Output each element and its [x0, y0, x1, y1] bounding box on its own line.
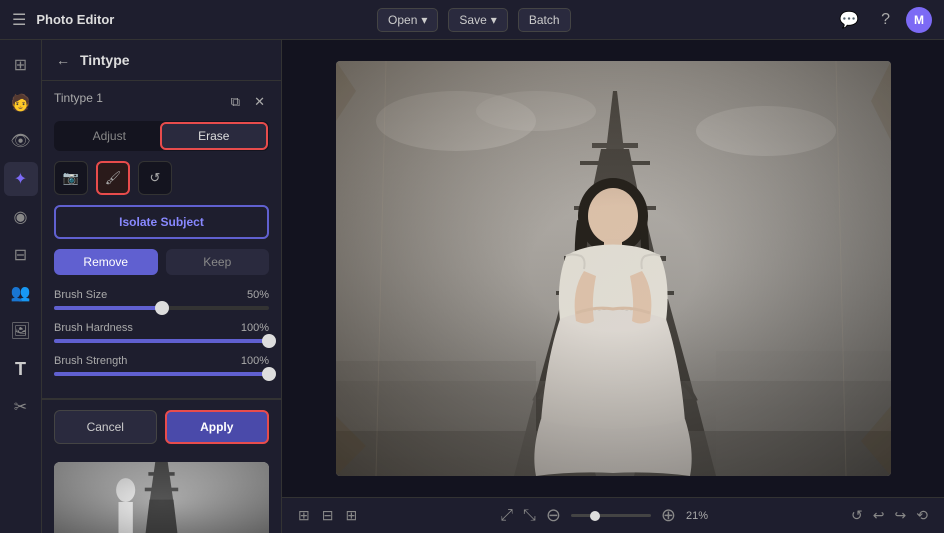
menu-icon[interactable]: ☰ [12, 10, 26, 30]
copy-icon: ⧉ [231, 94, 240, 109]
tool-icons-row: 📷 🖌 ↺ [54, 161, 269, 195]
sidebar-item-eye[interactable]: 👁 [4, 124, 38, 158]
sidebar-item-users[interactable]: 👥 [4, 276, 38, 310]
brush-strength-value: 100% [241, 355, 269, 367]
brush-strength-slider-row: Brush Strength 100% [54, 355, 269, 376]
topbar: ☰ Photo Editor Open ▾ Save ▾ Batch 💬 ? M [0, 0, 944, 40]
undo-icon[interactable]: ↩ [873, 507, 885, 524]
brush-size-thumb[interactable] [155, 301, 169, 315]
icon-sidebar: ⊞ 🧑 👁 ✦ ◉ ⊟ 👥 🖼 T ✂ [0, 40, 42, 533]
brush-size-fill [54, 306, 162, 310]
zoom-slider[interactable] [571, 514, 651, 517]
avatar[interactable]: M [906, 7, 932, 33]
tab-erase[interactable]: Erase [162, 124, 267, 148]
keep-button[interactable]: Keep [166, 249, 270, 275]
sidebar-item-brush[interactable]: ◉ [4, 200, 38, 234]
copy-icon-button[interactable]: ⧉ [227, 92, 244, 112]
brush-hardness-thumb[interactable] [262, 334, 276, 348]
brush-hardness-label: Brush Hardness [54, 322, 133, 334]
tab-adjust[interactable]: Adjust [57, 124, 162, 148]
batch-button[interactable]: Batch [518, 8, 571, 32]
chat-icon-button[interactable]: 💬 [833, 6, 865, 34]
instagram-filter-button[interactable]: 📷 [54, 161, 88, 195]
panel-body: Tintype 1 ⧉ ✕ Adjust [42, 81, 281, 533]
panel-header: ← Tintype [42, 40, 281, 81]
history-icon[interactable]: ⟲ [916, 507, 928, 524]
tintype-section: Tintype 1 ⧉ ✕ Adjust [42, 81, 281, 399]
thumbnail-section: Tintype 2 [42, 454, 281, 533]
redo-history-icon[interactable]: ↺ [851, 507, 863, 524]
brush-hardness-track[interactable] [54, 339, 269, 343]
reset-tool-button[interactable]: ↺ [138, 161, 172, 195]
zoom-out-icon[interactable]: ⊖ [546, 505, 561, 526]
action-row: Cancel Apply [42, 399, 281, 454]
sidebar-item-people[interactable]: 🧑 [4, 86, 38, 120]
brush-hardness-value: 100% [241, 322, 269, 334]
chevron-down-icon: ▾ [491, 13, 497, 27]
brush-size-track[interactable] [54, 306, 269, 310]
sidebar-item-text[interactable]: T [4, 352, 38, 386]
brush-size-label: Brush Size [54, 289, 107, 301]
tab-row: Adjust Erase [54, 121, 269, 151]
tintype-section-title: Tintype 1 [54, 91, 103, 105]
close-icon: ✕ [254, 94, 265, 109]
crop-icon[interactable]: ⤡ [523, 507, 536, 525]
brush-strength-fill [54, 372, 269, 376]
brush-strength-track[interactable] [54, 372, 269, 376]
zoom-label: 21% [686, 510, 708, 522]
remove-keep-row: Remove Keep [54, 249, 269, 275]
grid-icon[interactable]: ⊞ [345, 507, 357, 524]
sidebar-item-crop[interactable]: ✂ [4, 390, 38, 424]
bottom-right-icons: ↺ ↩ ↪ ⟲ [851, 507, 928, 524]
reset-icon: ↺ [150, 170, 161, 186]
thumbnail-tintype2[interactable]: Tintype 2 [54, 462, 269, 533]
redo-icon[interactable]: ↪ [895, 507, 907, 524]
fit-to-screen-icon[interactable]: ⤢ [500, 507, 513, 525]
save-button[interactable]: Save ▾ [448, 8, 507, 32]
open-button[interactable]: Open ▾ [377, 8, 438, 32]
canvas-area: ⊞ ⊟ ⊞ ⤢ ⤡ ⊖ ⊕ 21% ↺ ↩ ↪ ⟲ [282, 40, 944, 533]
isolate-subject-button[interactable]: Isolate Subject [54, 205, 269, 239]
thumbnail-image [54, 462, 269, 533]
bottom-bar: ⊞ ⊟ ⊞ ⤢ ⤡ ⊖ ⊕ 21% ↺ ↩ ↪ ⟲ [282, 497, 944, 533]
brush-size-slider-row: Brush Size 50% [54, 289, 269, 310]
brush-icon: 🖌 [105, 170, 122, 186]
brush-tool-button[interactable]: 🖌 [96, 161, 130, 195]
bottom-left-icons: ⊞ ⊟ ⊞ [298, 507, 357, 524]
brush-size-value: 50% [247, 289, 269, 301]
panel-title: Tintype [80, 52, 269, 68]
remove-button[interactable]: Remove [54, 249, 158, 275]
camera-icon: 📷 [63, 170, 79, 186]
sidebar-item-effects[interactable]: ✦ [4, 162, 38, 196]
brush-strength-label: Brush Strength [54, 355, 127, 367]
zoom-in-icon[interactable]: ⊕ [661, 505, 676, 526]
panel: ← Tintype Tintype 1 ⧉ ✕ [42, 40, 282, 533]
apply-button[interactable]: Apply [165, 410, 270, 444]
main-canvas-image[interactable] [336, 61, 891, 476]
brush-hardness-slider-row: Brush Hardness 100% [54, 322, 269, 343]
canvas-image-wrapper [282, 40, 944, 497]
brush-hardness-fill [54, 339, 269, 343]
main-layout: ⊞ 🧑 👁 ✦ ◉ ⊟ 👥 🖼 T ✂ ← Tintype Tintype 1 [0, 40, 944, 533]
layers-icon[interactable]: ⊞ [298, 507, 310, 524]
copy-bottom-icon[interactable]: ⊟ [322, 507, 334, 524]
brush-strength-thumb[interactable] [262, 367, 276, 381]
chevron-down-icon: ▾ [421, 13, 427, 27]
panel-back-button[interactable]: ← [54, 50, 72, 70]
cancel-button[interactable]: Cancel [54, 410, 157, 444]
sidebar-item-adjust[interactable]: ⊟ [4, 238, 38, 272]
zoom-thumb[interactable] [590, 511, 600, 521]
help-icon-button[interactable]: ? [875, 7, 896, 33]
sidebar-item-image[interactable]: 🖼 [4, 314, 38, 348]
app-title: Photo Editor [36, 12, 114, 27]
close-icon-button[interactable]: ✕ [250, 92, 269, 112]
sidebar-item-layers[interactable]: ⊞ [4, 48, 38, 82]
bottom-center-controls: ⤢ ⤡ ⊖ ⊕ 21% [500, 505, 708, 526]
